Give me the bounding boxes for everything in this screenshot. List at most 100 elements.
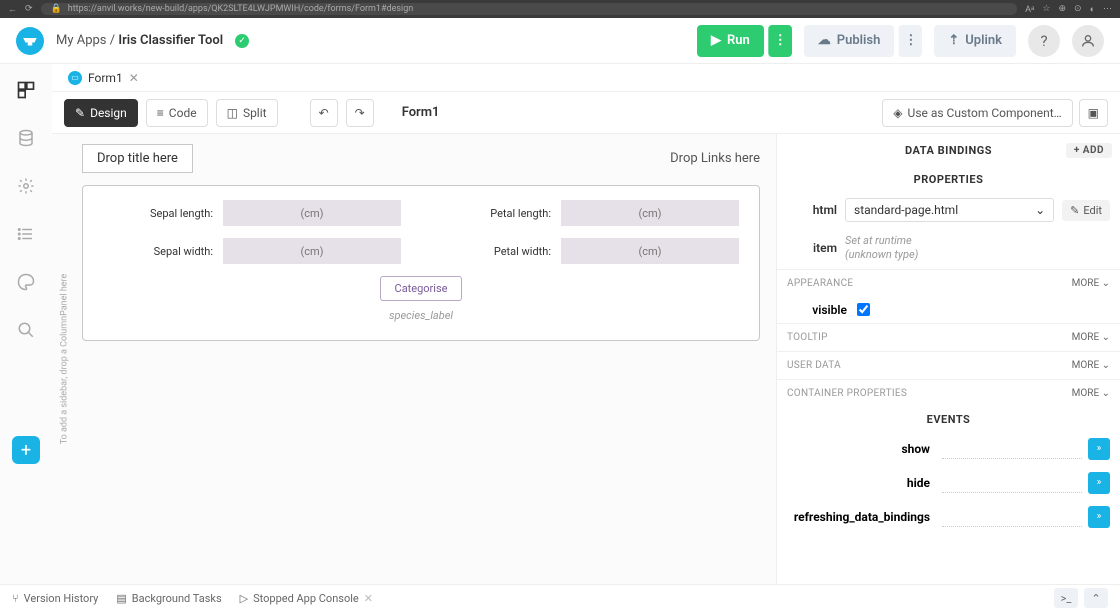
form-badge-icon: ▭: [68, 71, 82, 85]
run-button[interactable]: ▶ Run: [697, 25, 764, 57]
design-canvas[interactable]: Drop title here Drop Links here Sepal le…: [76, 134, 776, 584]
species-label[interactable]: species_label: [103, 309, 739, 322]
cloud-icon: ☁: [818, 33, 831, 48]
theme-icon[interactable]: [14, 270, 38, 294]
branch-icon: ⑂: [12, 592, 19, 605]
add-binding-button[interactable]: + ADD: [1066, 143, 1112, 158]
event-show-input[interactable]: [942, 439, 1082, 459]
tasks-icon: ▤: [116, 592, 126, 605]
file-tab-strip: ▭ Form1 ✕: [52, 64, 1120, 92]
categorise-button[interactable]: Categorise: [380, 276, 463, 301]
play-icon: ▶: [711, 33, 721, 48]
app-header: My Apps / Iris Classifier Tool ✓ ▶ Run ⋮…: [0, 18, 1120, 64]
account-button[interactable]: [1072, 25, 1104, 57]
background-tasks-button[interactable]: ▤ Background Tasks: [116, 592, 221, 605]
breadcrumb: My Apps / Iris Classifier Tool: [56, 33, 223, 48]
list-icon[interactable]: [14, 222, 38, 246]
pencil-icon: ✎: [75, 106, 85, 120]
file-tab-form1[interactable]: ▭ Form1 ✕: [60, 71, 147, 85]
version-history-button[interactable]: ⑂ Version History: [12, 592, 98, 605]
lock-icon: 🔒: [51, 4, 62, 14]
menu-icon[interactable]: ⋯: [1103, 4, 1112, 14]
expand-button[interactable]: ▣: [1079, 99, 1108, 127]
split-tab[interactable]: ◫ Split: [216, 99, 278, 127]
profile-icon[interactable]: ◐: [1090, 4, 1095, 15]
event-refresh-label: refreshing_data_bindings: [787, 510, 936, 524]
visible-checkbox[interactable]: [857, 303, 870, 316]
browser-chrome: ← ⟳ 🔒 https://anvil.works/new-build/apps…: [0, 0, 1120, 18]
event-refresh-input[interactable]: [942, 507, 1082, 527]
settings-gear-icon[interactable]: [14, 174, 38, 198]
back-arrow-icon[interactable]: ←: [8, 4, 17, 15]
appearance-section[interactable]: APPEARANCE MORE ⌄: [777, 269, 1120, 297]
add-button[interactable]: +: [12, 436, 40, 464]
events-header: EVENTS: [777, 407, 1120, 432]
close-tab-icon[interactable]: ✕: [129, 71, 139, 85]
help-button[interactable]: ?: [1028, 25, 1060, 57]
url-bar[interactable]: 🔒 https://anvil.works/new-build/apps/QK2…: [41, 3, 1018, 15]
petal-width-label: Petal width:: [441, 245, 551, 258]
event-refresh-go-button[interactable]: »: [1088, 506, 1110, 528]
event-show-go-button[interactable]: »: [1088, 438, 1110, 460]
pencil-icon: ✎: [1070, 204, 1079, 217]
container-props-section[interactable]: CONTAINER PROPERTIES MORE ⌄: [777, 379, 1120, 407]
bottom-status-bar: ⑂ Version History ▤ Background Tasks ▷ S…: [0, 584, 1120, 611]
more-icon[interactable]: ⊙: [1074, 4, 1082, 14]
user-data-section[interactable]: USER DATA MORE ⌄: [777, 351, 1120, 379]
run-dropdown[interactable]: ⋮: [768, 25, 792, 57]
html-prop-select[interactable]: standard-page.html ⌄: [845, 198, 1054, 222]
close-console-icon[interactable]: ✕: [364, 592, 373, 605]
petal-length-label: Petal length:: [441, 207, 551, 220]
data-bindings-header: DATA BINDINGS + ADD: [777, 134, 1120, 167]
sepal-length-label: Sepal length:: [103, 207, 213, 220]
url-text: https://anvil.works/new-build/apps/QK2SL…: [68, 4, 413, 14]
refresh-icon[interactable]: ⟳: [25, 4, 33, 14]
app-console-button[interactable]: ▷ Stopped App Console ✕: [240, 592, 373, 605]
custom-component-button[interactable]: ◈ Use as Custom Component…: [882, 99, 1072, 127]
petal-length-input[interactable]: [561, 200, 739, 226]
code-lines-icon: ≡: [157, 106, 164, 120]
uplink-button[interactable]: ⇡ Uplink: [934, 25, 1016, 57]
tooltip-section[interactable]: TOOLTIP MORE ⌄: [777, 323, 1120, 351]
app-name[interactable]: Iris Classifier Tool: [118, 33, 223, 48]
publish-button[interactable]: ☁ Publish: [804, 25, 895, 57]
form-title: Form1: [402, 105, 440, 120]
code-tab[interactable]: ≡ Code: [146, 99, 208, 127]
component-icon: ◈: [893, 106, 902, 120]
file-tab-label: Form1: [88, 71, 123, 85]
collapse-button[interactable]: ⌃: [1084, 588, 1108, 608]
anvil-logo-icon[interactable]: [16, 27, 44, 55]
app-browser-icon[interactable]: [14, 78, 38, 102]
undo-button[interactable]: ↶: [310, 99, 338, 127]
plus-icon: +: [1074, 145, 1083, 156]
properties-panel: DATA BINDINGS + ADD PROPERTIES html stan…: [776, 134, 1120, 584]
terminal-button[interactable]: >_: [1054, 588, 1078, 608]
event-hide-go-button[interactable]: »: [1088, 472, 1110, 494]
links-drop-zone[interactable]: Drop Links here: [670, 151, 760, 166]
extension-icon[interactable]: Aᵃ: [1025, 4, 1034, 15]
breadcrumb-root[interactable]: My Apps: [56, 33, 107, 48]
star-icon[interactable]: ☆: [1042, 4, 1050, 14]
redo-button[interactable]: ↷: [346, 99, 374, 127]
form-panel[interactable]: Sepal length: Petal length: Sepal width:: [82, 185, 760, 341]
sidebar-drop-hint[interactable]: To add a sidebar, drop a ColumnPanel her…: [52, 134, 76, 584]
database-icon[interactable]: [14, 126, 38, 150]
publish-dropdown[interactable]: ⋮: [898, 25, 922, 57]
sync-icon[interactable]: ⊕: [1058, 4, 1066, 14]
sepal-width-input[interactable]: [223, 238, 401, 264]
sepal-width-label: Sepal width:: [103, 245, 213, 258]
event-show-label: show: [787, 442, 936, 456]
status-ok-icon: ✓: [235, 34, 249, 48]
event-hide-input[interactable]: [942, 473, 1082, 493]
sepal-length-input[interactable]: [223, 200, 401, 226]
search-icon[interactable]: [14, 318, 38, 342]
edit-html-button[interactable]: ✎ Edit: [1062, 200, 1110, 221]
uplink-icon: ⇡: [948, 33, 959, 48]
petal-width-input[interactable]: [561, 238, 739, 264]
properties-header: PROPERTIES: [777, 167, 1120, 192]
split-icon: ◫: [227, 106, 238, 120]
visible-prop-label: visible: [787, 303, 847, 317]
design-tab[interactable]: ✎ Design: [64, 99, 138, 127]
title-drop-zone[interactable]: Drop title here: [82, 144, 193, 173]
event-hide-label: hide: [787, 476, 936, 490]
